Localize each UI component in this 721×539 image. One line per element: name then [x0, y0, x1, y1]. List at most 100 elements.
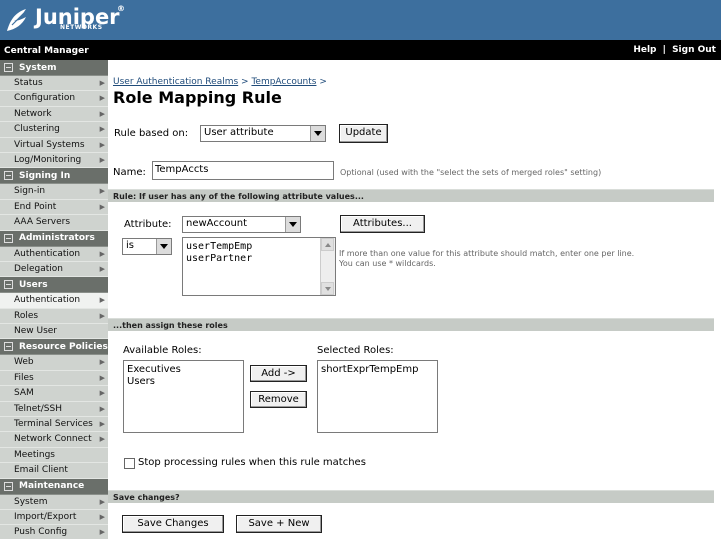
sidebar-item-telnet-ssh[interactable]: Telnet/SSH ▶ [0, 402, 108, 418]
sidebar-item-label: Push Config [14, 527, 68, 538]
chevron-right-icon: ▶ [99, 249, 105, 258]
chevron-right-icon: ▶ [99, 404, 105, 413]
available-role-option[interactable]: Executives [124, 364, 243, 376]
sidebar-item-terminal-services[interactable]: Terminal Services ▶ [0, 417, 108, 433]
stop-processing-checkbox[interactable] [124, 458, 135, 469]
sidebar-item-log-monitoring[interactable]: Log/Monitoring ▶ [0, 153, 108, 169]
collapse-icon[interactable] [4, 171, 13, 181]
chevron-right-icon: ▶ [99, 109, 105, 118]
sidebar-item-label: Roles [14, 310, 39, 321]
available-role-option[interactable]: Users [124, 376, 243, 388]
collapse-icon[interactable] [4, 280, 13, 290]
sidebar-item-network[interactable]: Network ▶ [0, 107, 108, 123]
selected-role-option[interactable]: shortExprTempEmp [318, 364, 437, 376]
available-roles-list[interactable]: Executives Users [123, 360, 244, 433]
sidebar-item-label: Clustering [14, 124, 60, 135]
sidebar-item-sign-in[interactable]: Sign-in ▶ [0, 184, 108, 200]
attribute-values-textarea[interactable]: userTempEmp userPartner [182, 237, 336, 296]
sidebar-item-label: AAA Servers [14, 217, 71, 228]
sidebar-item-authentication[interactable]: Authentication ▶ [0, 247, 108, 262]
chevron-right-icon: ▶ [99, 94, 105, 103]
sidebar-section-resource-policies[interactable]: Resource Policies [0, 339, 108, 356]
operator-value: is [126, 240, 134, 251]
breadcrumb-separator: > [238, 77, 252, 87]
sidebar-section-title: Administrators [19, 233, 95, 244]
scroll-up-icon[interactable] [321, 238, 334, 251]
attribute-label: Attribute: [124, 219, 172, 230]
sidebar-item-network-connect[interactable]: Network Connect ▶ [0, 432, 108, 448]
available-roles-label: Available Roles: [123, 345, 202, 356]
collapse-icon[interactable] [4, 481, 13, 491]
rule-based-on-value: User attribute [204, 127, 274, 138]
values-hint-line2: You can use * wildcards. [339, 259, 436, 268]
update-button[interactable]: Update [339, 124, 388, 143]
sidebar-item-files[interactable]: Files ▶ [0, 371, 108, 387]
chevron-right-icon: ▶ [99, 497, 105, 506]
chevron-right-icon: ▶ [99, 435, 105, 444]
help-link[interactable]: Help [633, 45, 656, 55]
sidebar-item-aaa-servers[interactable]: AAA Servers [0, 215, 108, 231]
selected-roles-list[interactable]: shortExprTempEmp [317, 360, 438, 433]
scroll-down-icon[interactable] [321, 282, 334, 295]
sidebar-item-configuration[interactable]: Configuration ▶ [0, 91, 108, 107]
sidebar-section-system[interactable]: System [0, 60, 108, 76]
sidebar-item-new-user[interactable]: New User [0, 324, 108, 340]
operator-select[interactable]: is [122, 238, 172, 255]
sidebar-section-title: Resource Policies [19, 341, 108, 352]
top-links: Help | Sign Out [633, 45, 716, 55]
page-title: Role Mapping Rule [113, 88, 282, 107]
breadcrumb-tempaccounts-link[interactable]: TempAccounts [251, 77, 316, 87]
sidebar-item-sam[interactable]: SAM ▶ [0, 386, 108, 402]
chevron-down-icon [156, 239, 171, 254]
top-bar: Central Manager Help | Sign Out [0, 40, 721, 60]
collapse-icon[interactable] [4, 63, 13, 72]
chevron-down-icon [285, 217, 300, 232]
sidebar-item-label: Telnet/SSH [14, 403, 63, 414]
sidebar-item-label: Meetings [14, 449, 55, 460]
collapse-icon[interactable] [4, 342, 13, 352]
sidebar-item-import-export[interactable]: Import/Export ▶ [0, 510, 108, 526]
collapse-icon[interactable] [4, 233, 13, 243]
sidebar-section-signing-in[interactable]: Signing In [0, 168, 108, 185]
sidebar-section-title: Users [19, 279, 48, 290]
sidebar-item-authentication[interactable]: Authentication ▶ [0, 293, 108, 309]
chevron-right-icon: ▶ [99, 140, 105, 149]
sidebar-item-status[interactable]: Status ▶ [0, 76, 108, 92]
rule-based-on-select[interactable]: User attribute [200, 125, 326, 142]
sidebar-section-administrators[interactable]: Administrators [0, 230, 108, 247]
name-label: Name: [113, 167, 146, 178]
sidebar-item-web[interactable]: Web ▶ [0, 355, 108, 371]
sidebar-item-label: New User [14, 326, 58, 337]
sidebar-item-push-config[interactable]: Push Config ▶ [0, 525, 108, 539]
values-hint-line1: If more than one value for this attribut… [339, 249, 635, 258]
sign-out-link[interactable]: Sign Out [672, 45, 716, 55]
name-hint: Optional (used with the "select the sets… [340, 168, 602, 177]
add-role-button[interactable]: Add -> [250, 365, 307, 382]
save-changes-button[interactable]: Save Changes [122, 515, 224, 533]
attributes-button[interactable]: Attributes... [340, 215, 425, 233]
sidebar-item-roles[interactable]: Roles ▶ [0, 309, 108, 325]
sidebar-section-users[interactable]: Users [0, 277, 108, 294]
breadcrumb-realms-link[interactable]: User Authentication Realms [113, 77, 238, 87]
sidebar-item-virtual-systems[interactable]: Virtual Systems ▶ [0, 138, 108, 153]
attribute-select[interactable]: newAccount [182, 216, 301, 233]
sidebar-item-delegation[interactable]: Delegation ▶ [0, 262, 108, 278]
remove-role-button[interactable]: Remove [250, 391, 307, 408]
chevron-right-icon: ▶ [99, 125, 105, 134]
sidebar-section-maintenance[interactable]: Maintenance [0, 478, 108, 495]
scrollbar[interactable] [320, 238, 335, 295]
sidebar-item-label: Network [14, 108, 52, 119]
sidebar-item-end-point[interactable]: End Point ▶ [0, 200, 108, 216]
assign-section-header: ...then assign these roles [108, 318, 714, 331]
sidebar-item-email-client[interactable]: Email Client [0, 463, 108, 479]
save-new-button[interactable]: Save + New [236, 515, 322, 533]
sidebar-item-system[interactable]: System ▶ [0, 495, 108, 510]
sidebar-item-clustering[interactable]: Clustering ▶ [0, 122, 108, 138]
sidebar-section-title: Signing In [19, 170, 71, 181]
sidebar-item-label: Terminal Services [14, 419, 93, 430]
sidebar-item-meetings[interactable]: Meetings [0, 448, 108, 464]
juniper-leaf-icon [7, 9, 26, 31]
sidebar-item-label: Authentication [14, 248, 81, 259]
name-input[interactable]: TempAccts [152, 161, 334, 180]
sidebar-item-label: Web [14, 357, 34, 368]
